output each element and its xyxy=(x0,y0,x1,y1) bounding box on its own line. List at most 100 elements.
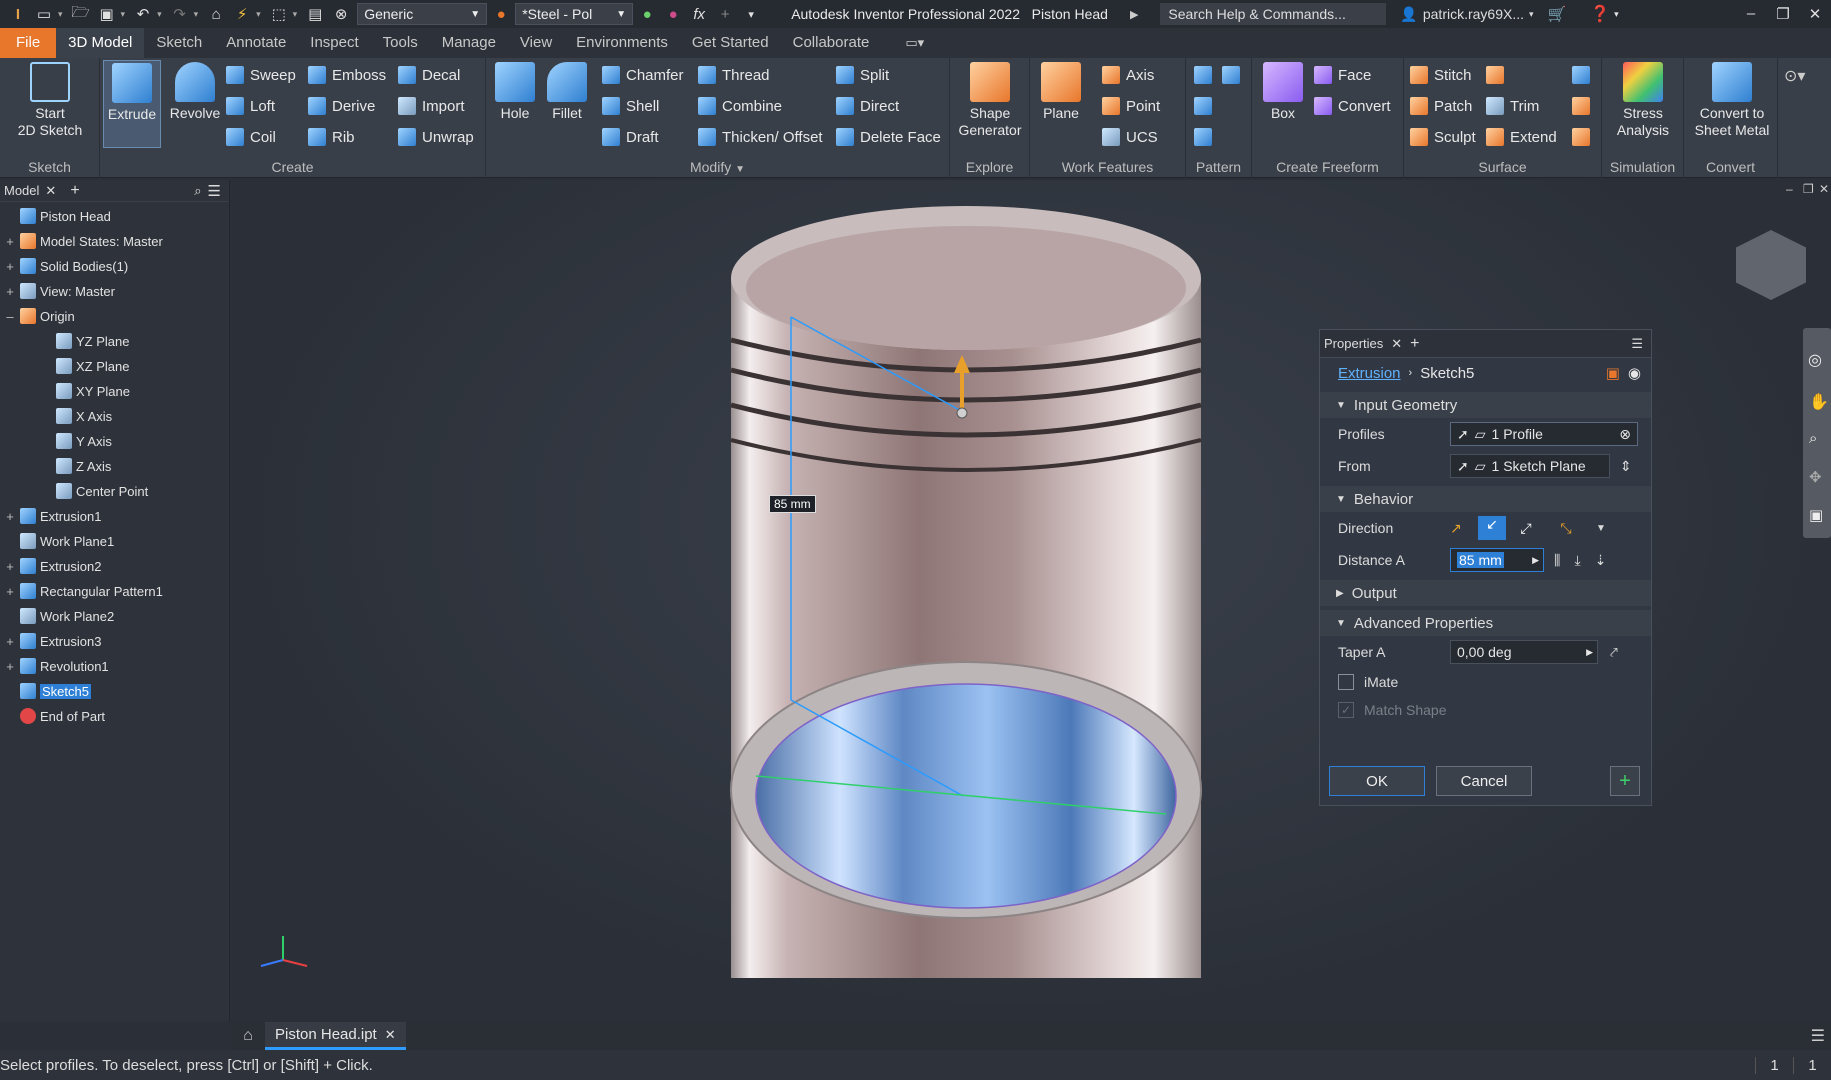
repair-bodies-button[interactable] xyxy=(1572,95,1590,117)
imate-checkbox[interactable] xyxy=(1338,674,1354,690)
split-button[interactable]: Split xyxy=(836,64,889,86)
hole-button[interactable]: Hole xyxy=(490,62,540,122)
tree-node-rectangular-pattern1[interactable]: + Rectangular Pattern1 xyxy=(4,581,163,601)
tree-node-view-master[interactable]: + View: Master xyxy=(4,281,115,301)
face-button[interactable]: Face xyxy=(1314,64,1371,86)
tree-node-y-axis[interactable]: Y Axis xyxy=(40,431,112,451)
tree-node-revolution1[interactable]: + Revolution1 xyxy=(4,656,109,676)
close-icon[interactable]: ✕ xyxy=(1391,336,1402,352)
document-tab[interactable]: Piston Head.ipt ✕ xyxy=(265,1022,406,1050)
customize-dropdown-icon[interactable]: ▾ xyxy=(739,3,763,25)
home-icon[interactable]: ⌂ xyxy=(204,3,228,25)
close-icon[interactable]: ✕ xyxy=(385,1027,396,1043)
tab-3d-model[interactable]: 3D Model xyxy=(56,28,145,58)
expand-toggle-icon[interactable]: + xyxy=(4,634,16,649)
axis-button[interactable]: Axis xyxy=(1102,64,1154,86)
stress-analysis-button[interactable]: Stress Analysis xyxy=(1606,62,1680,139)
direct-button[interactable]: Direct xyxy=(836,95,899,117)
plane-button[interactable]: Plane xyxy=(1036,62,1086,122)
cart-icon[interactable]: 🛒 xyxy=(1548,5,1567,23)
sculpt-button[interactable]: Sculpt xyxy=(1410,126,1476,148)
tab-properties[interactable]: Properties xyxy=(1324,336,1383,351)
chevron-right-icon[interactable]: ▶ xyxy=(1586,647,1593,658)
rectangular-pattern-button[interactable] xyxy=(1194,64,1212,86)
direction-symmetric-icon[interactable]: ⤢ xyxy=(1506,520,1546,537)
fillet-button[interactable]: Fillet xyxy=(542,62,592,122)
distance-input[interactable]: 85 mm ▶ xyxy=(1450,548,1544,572)
patch-button[interactable]: Patch xyxy=(1410,95,1472,117)
tab-sketch[interactable]: Sketch xyxy=(144,28,214,58)
component-icon[interactable]: ▤ xyxy=(303,3,327,25)
ribbon-display-toggle-icon[interactable]: ▭▾ xyxy=(905,35,924,51)
parameters-fx-icon[interactable]: fx xyxy=(687,3,711,25)
replace-face-button[interactable] xyxy=(1572,64,1590,86)
sweep-button[interactable]: Sweep xyxy=(226,64,296,86)
save-dropdown-icon[interactable]: ▾ xyxy=(121,9,126,20)
circular-pattern-button[interactable] xyxy=(1194,95,1212,117)
mirror-button[interactable] xyxy=(1222,64,1240,86)
coil-button[interactable]: Coil xyxy=(226,126,276,148)
fit-mesh-face-button[interactable] xyxy=(1572,126,1590,148)
add-tab-icon[interactable]: + xyxy=(70,182,79,200)
material-select[interactable]: Generic ▼ xyxy=(357,3,488,25)
ruled-surface-button[interactable] xyxy=(1486,64,1504,86)
from-selector[interactable]: ➚ ▱ 1 Sketch Plane xyxy=(1450,454,1610,478)
eye-icon[interactable]: ◉ xyxy=(1628,364,1641,382)
open-folder-icon[interactable]: 🗁 xyxy=(69,3,93,25)
section-advanced-properties[interactable]: ▼ Advanced Properties xyxy=(1320,610,1651,636)
shape-generator-button[interactable]: Shape Generator xyxy=(954,62,1026,139)
tab-file[interactable]: File xyxy=(0,28,57,58)
direction-flipped-icon[interactable]: ↙ xyxy=(1478,516,1506,540)
clear-selection-icon[interactable]: ⊗ xyxy=(1619,426,1631,443)
menu-icon[interactable]: ☰ xyxy=(1631,336,1643,352)
viewport-restore-icon[interactable]: ❐ xyxy=(1803,182,1814,196)
redo-icon[interactable]: ↷ xyxy=(168,3,192,25)
tree-node-solid-bodies[interactable]: + Solid Bodies(1) xyxy=(4,256,128,276)
tab-environments[interactable]: Environments xyxy=(564,28,680,58)
minimize-icon[interactable]: – xyxy=(1735,5,1767,23)
chevron-down-icon[interactable]: ▼ xyxy=(1596,523,1606,534)
rib-button[interactable]: Rib xyxy=(308,126,355,148)
zoom-icon[interactable]: ⌕ xyxy=(1809,430,1817,447)
extend-button[interactable]: Extend xyxy=(1486,126,1557,148)
add-icon[interactable]: + xyxy=(713,3,737,25)
tree-node-extrusion3[interactable]: + Extrusion3 xyxy=(4,631,101,651)
sketch-pattern-button[interactable] xyxy=(1194,126,1212,148)
look-at-icon[interactable]: ▣ xyxy=(1809,506,1823,524)
help-icon[interactable]: ❓ xyxy=(1590,4,1610,24)
inventor-logo-icon[interactable]: I xyxy=(6,3,30,25)
apply-add-button[interactable]: + xyxy=(1610,766,1640,796)
tree-node-sketch5[interactable]: Sketch5 xyxy=(4,681,91,701)
tree-node-center-point[interactable]: Center Point xyxy=(40,481,148,501)
update-dropdown-icon[interactable]: ▾ xyxy=(256,9,261,20)
box-button[interactable]: Box xyxy=(1260,62,1306,122)
breadcrumb-extrusion[interactable]: Extrusion xyxy=(1338,365,1401,382)
expand-arrow-icon[interactable]: ▶ xyxy=(1130,8,1138,21)
search-icon[interactable]: ⌕ xyxy=(194,183,201,199)
restore-icon[interactable]: ❐ xyxy=(1767,5,1799,23)
import-button[interactable]: Import xyxy=(398,95,465,117)
close-icon[interactable]: ✕ xyxy=(45,183,56,199)
tree-node-extrusion1[interactable]: + Extrusion1 xyxy=(4,506,101,526)
adjust-appearance-icon[interactable]: ● xyxy=(635,3,659,25)
undo-icon[interactable]: ↶ xyxy=(131,3,155,25)
extrude-button[interactable]: Extrude xyxy=(103,60,161,148)
tree-node-xy-plane[interactable]: XY Plane xyxy=(40,381,130,401)
viewport-minimize-icon[interactable]: – xyxy=(1786,182,1793,196)
distance-dimension-tag[interactable]: 85 mm xyxy=(769,495,816,513)
save-icon[interactable]: ▣ xyxy=(95,3,119,25)
menu-icon[interactable]: ☰ xyxy=(208,182,221,200)
taper-input[interactable]: 0,00 deg ▶ xyxy=(1450,640,1598,664)
full-navigation-wheel-icon[interactable]: ◎ xyxy=(1808,350,1822,370)
expand-toggle-icon[interactable]: – xyxy=(4,309,16,324)
close-icon[interactable]: ✕ xyxy=(1799,5,1831,23)
stitch-button[interactable]: Stitch xyxy=(1410,64,1472,86)
flip-from-icon[interactable]: ⇕ xyxy=(1620,458,1632,475)
derive-button[interactable]: Derive xyxy=(308,95,375,117)
chamfer-button[interactable]: Chamfer xyxy=(602,64,684,86)
taper-measure-icon[interactable]: ⤤ xyxy=(1610,644,1618,661)
profiles-selector[interactable]: ➚ ▱ 1 Profile ⊗ xyxy=(1450,422,1638,446)
user-account[interactable]: 👤 patrick.ray69X... ▾ xyxy=(1400,6,1533,23)
ok-button[interactable]: OK xyxy=(1329,766,1425,796)
tabs-menu-icon[interactable]: ☰ xyxy=(1811,1026,1825,1046)
